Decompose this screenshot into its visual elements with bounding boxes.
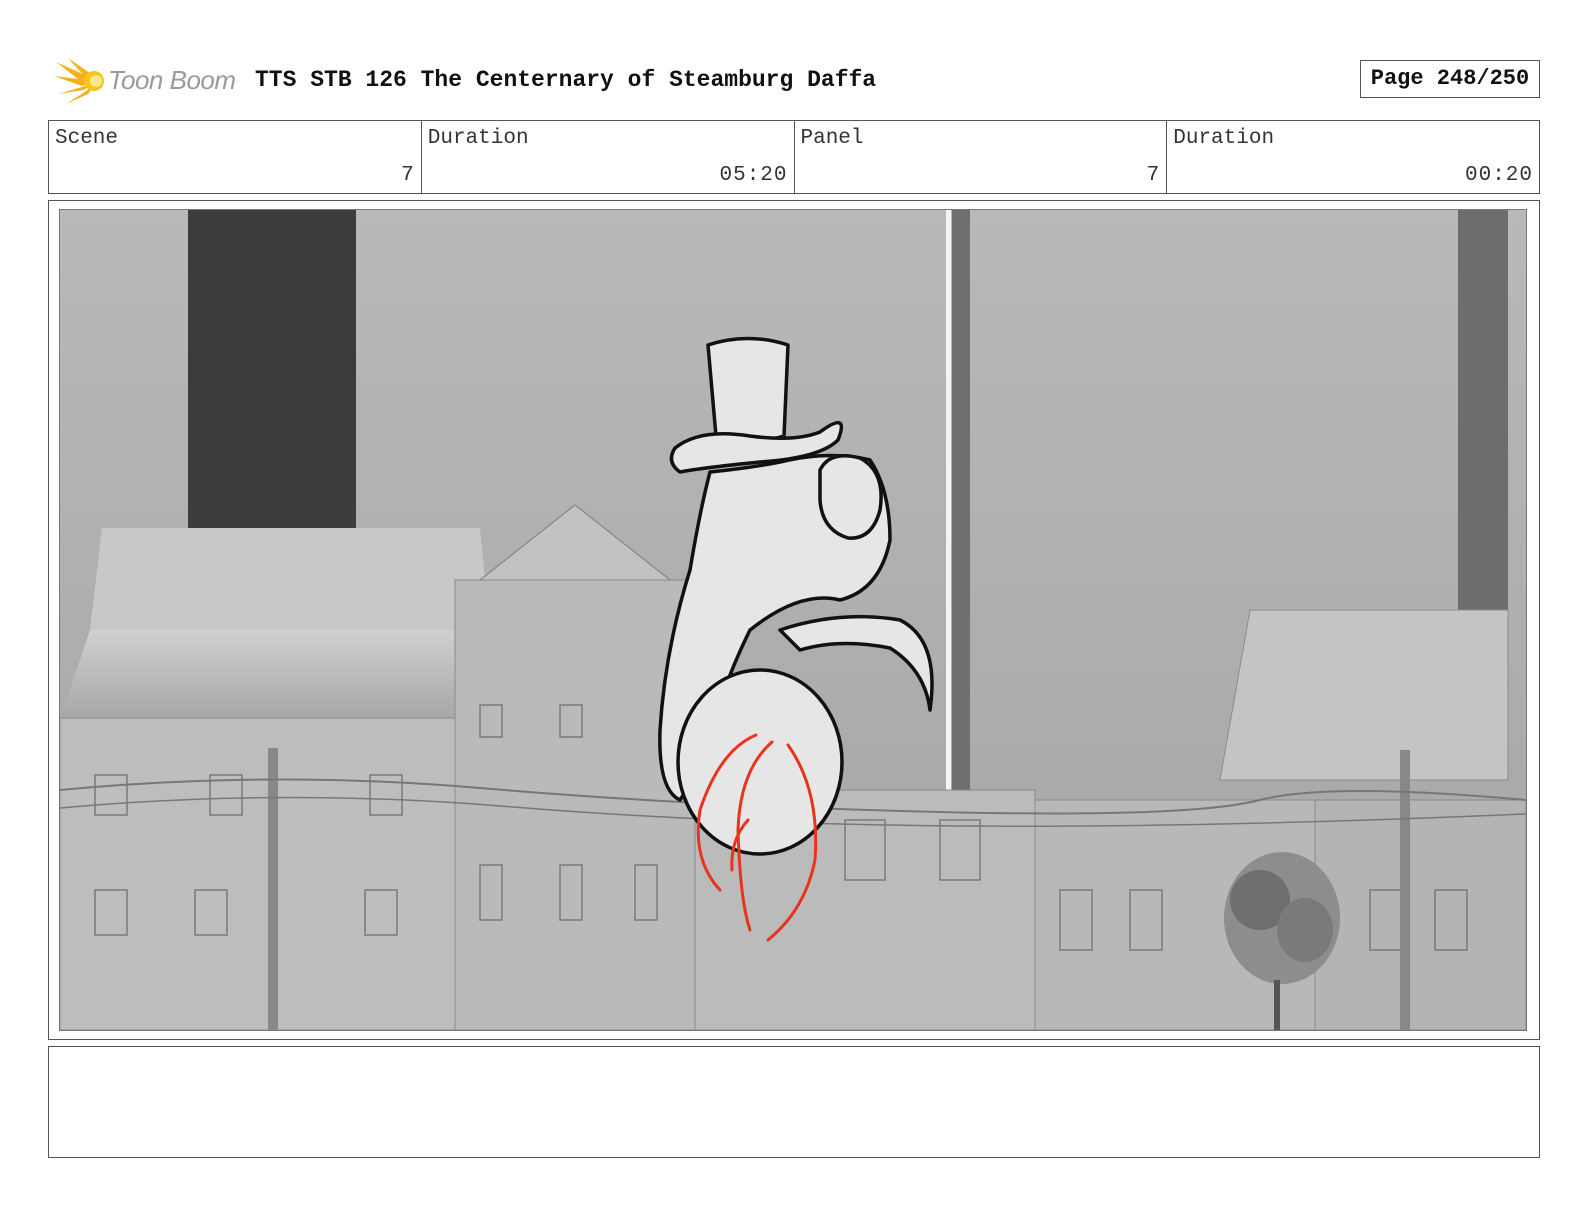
page-number: Page 248/250 [1360, 60, 1540, 98]
scene-duration-cell: Duration 05:20 [422, 121, 795, 193]
storyboard-sketch [60, 210, 1526, 1030]
round-body [676, 668, 844, 856]
right-building-b [1314, 799, 1526, 1030]
left-warehouse-roof [90, 528, 490, 630]
storyboard-panel-frame [48, 200, 1540, 1040]
left-building [60, 717, 471, 1030]
companion-head [818, 454, 883, 540]
pole-left-light [946, 210, 951, 790]
panel-duration-label: Duration [1173, 127, 1275, 150]
scene-duration-label: Duration [427, 127, 529, 150]
utility-pole-left [268, 748, 278, 1030]
scene-duration-value: 05:20 [719, 164, 788, 187]
scene-label: Scene [55, 127, 119, 150]
panel-notes-box [48, 1046, 1540, 1158]
left-warehouse-awning [60, 630, 460, 720]
logo-text: Toon Boom [108, 65, 236, 95]
starburst-icon [54, 58, 104, 104]
document-title: TTS STB 126 The Centernary of Steamburg … [255, 67, 877, 93]
scene-cell: Scene 7 [49, 121, 422, 193]
panel-info-table: Scene 7 Duration 05:20 Panel 7 Duration … [48, 120, 1540, 194]
dark-chimney [188, 210, 356, 528]
tall-pillar [952, 210, 970, 790]
toon-boom-logo: Toon Boom [52, 56, 242, 106]
panel-label: Panel [800, 127, 864, 150]
panel-duration-value: 00:20 [1464, 164, 1533, 187]
panel-cell: Panel 7 [795, 121, 1168, 193]
right-tent-roof [1219, 609, 1509, 781]
right-pillar [1458, 210, 1508, 610]
storyboard-panel-image [59, 209, 1527, 1031]
top-hat [706, 336, 790, 443]
scene-value: 7 [401, 164, 415, 187]
panel-duration-cell: Duration 00:20 [1167, 121, 1539, 193]
panel-value: 7 [1146, 164, 1161, 187]
page-header: Toon Boom TTS STB 126 The Centernary of … [48, 56, 1540, 106]
